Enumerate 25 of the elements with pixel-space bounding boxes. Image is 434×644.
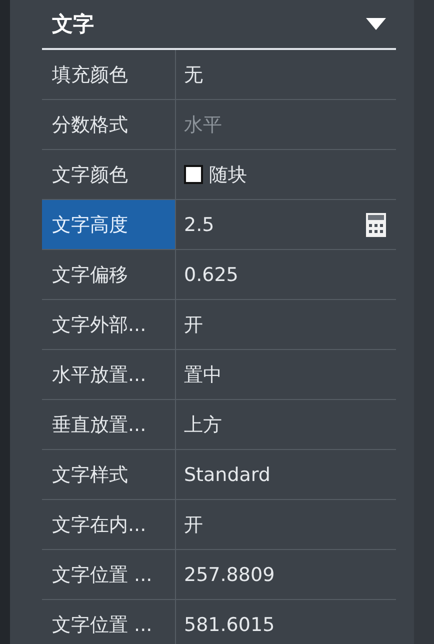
- calculator-icon[interactable]: [366, 212, 386, 236]
- property-label[interactable]: 文字位置 ...: [42, 600, 176, 644]
- property-value[interactable]: 开: [184, 312, 203, 338]
- property-label[interactable]: 文字外部...: [42, 300, 176, 349]
- section-title: 文字: [52, 11, 94, 38]
- property-value[interactable]: 0.625: [184, 264, 238, 286]
- property-value[interactable]: 开: [184, 512, 203, 538]
- property-value[interactable]: 581.6015: [184, 614, 275, 636]
- property-label[interactable]: 文字样式: [42, 450, 176, 499]
- property-label[interactable]: 文字位置 ...: [42, 550, 176, 599]
- property-label[interactable]: 垂直放置...: [42, 400, 176, 449]
- property-value[interactable]: 257.8809: [184, 564, 275, 586]
- property-value[interactable]: 2.5: [184, 214, 214, 236]
- property-label[interactable]: 水平放置...: [42, 350, 176, 399]
- property-label[interactable]: 文字偏移: [42, 250, 176, 299]
- property-value[interactable]: 上方: [184, 412, 222, 438]
- property-label[interactable]: 文字颜色: [42, 150, 176, 199]
- property-value[interactable]: 随块: [209, 162, 247, 188]
- property-label[interactable]: 填充颜色: [42, 50, 176, 99]
- property-label[interactable]: 文字高度: [42, 200, 176, 249]
- property-label[interactable]: 文字在内...: [42, 500, 176, 549]
- property-value[interactable]: 无: [184, 62, 203, 88]
- property-value[interactable]: 置中: [184, 362, 222, 388]
- caret-icon[interactable]: [366, 18, 386, 30]
- property-value[interactable]: Standard: [184, 464, 270, 486]
